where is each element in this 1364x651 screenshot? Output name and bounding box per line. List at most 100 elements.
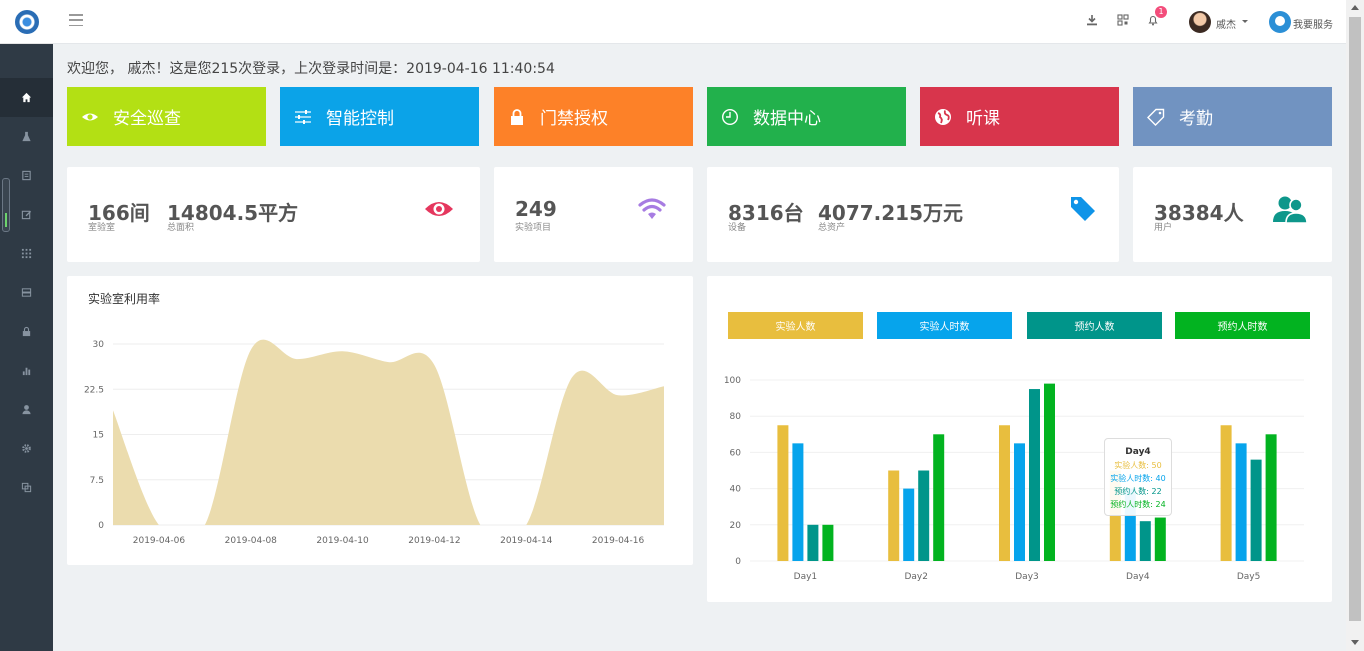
- users-icon: [1273, 196, 1308, 224]
- tooltip-line: 预约人数: 22: [1114, 487, 1162, 496]
- download-icon[interactable]: [1086, 14, 1098, 26]
- tile-data-center[interactable]: 数据中心: [707, 87, 906, 146]
- bar: [999, 425, 1010, 561]
- x-tick-label: Day2: [904, 572, 928, 582]
- labs-label: 室验室: [88, 223, 116, 233]
- sidebar-item-access[interactable]: [0, 312, 53, 351]
- bar: [777, 425, 789, 561]
- top-header: 1 戚杰 我要服务: [53, 0, 1346, 44]
- eye-icon: [82, 113, 98, 120]
- y-tick-label: 22.5: [84, 385, 104, 395]
- user-name[interactable]: 戚杰: [1216, 16, 1236, 31]
- tile-label: 智能控制: [326, 109, 394, 129]
- tooltip-line: 实验人数: 50: [1114, 461, 1162, 470]
- bar: [792, 443, 804, 561]
- bar: [1154, 517, 1166, 561]
- bar: [1139, 521, 1151, 561]
- x-tick-label: Day4: [1126, 572, 1150, 582]
- user-label: 用户: [1154, 223, 1173, 233]
- utilization-area: [113, 339, 664, 525]
- sidebar-item-stats[interactable]: [0, 351, 53, 390]
- y-tick-label: 0: [98, 521, 104, 531]
- eye-icon: [425, 202, 453, 216]
- globe-icon: [935, 108, 951, 125]
- bar: [1220, 425, 1232, 561]
- tile-attendance[interactable]: 考勤: [1133, 87, 1332, 146]
- menu-toggle-button[interactable]: [69, 14, 83, 26]
- sidebar-item-windows[interactable]: [0, 468, 53, 507]
- welcome-message: 欢迎您， 戚杰！这是您215次登录，上次登录时间是：2019-04-16 11:…: [67, 61, 555, 77]
- projects-label: 实验项目: [515, 223, 552, 233]
- y-tick-label: 80: [730, 412, 742, 422]
- home-icon: [21, 92, 32, 103]
- y-tick-label: 0: [735, 557, 741, 567]
- tile-smart-control[interactable]: 智能控制: [280, 87, 479, 146]
- y-tick-label: 60: [730, 448, 742, 458]
- device-label: 设备: [728, 223, 747, 233]
- y-tick-label: 100: [724, 376, 741, 386]
- clock-icon: [721, 108, 739, 125]
- x-tick-label: Day3: [1015, 572, 1039, 582]
- tag-icon: [1071, 197, 1095, 221]
- sidebar-item-settings[interactable]: [0, 429, 53, 468]
- bar: [933, 434, 945, 561]
- x-tick-label: 2019-04-16: [592, 536, 645, 546]
- service-link[interactable]: 我要服务: [1293, 16, 1333, 31]
- bar: [1044, 383, 1055, 561]
- lock-icon: [22, 326, 31, 337]
- sidebar-item-lab[interactable]: [0, 117, 53, 156]
- bar: [1029, 389, 1040, 561]
- service-icon[interactable]: [1269, 11, 1291, 33]
- notification-badge: 1: [1155, 6, 1167, 18]
- tile-lecture[interactable]: 听课: [920, 87, 1119, 146]
- qrcode-icon[interactable]: [1117, 14, 1129, 26]
- sidebar-resize-handle[interactable]: [2, 178, 10, 232]
- avatar[interactable]: [1189, 11, 1211, 33]
- stat-card-labs: 166间 室验室 14804.5平方 总面积: [67, 167, 480, 262]
- scroll-thumb[interactable]: [1349, 17, 1361, 621]
- attendance-bar-card: 实验人数 实验人时数 预约人数 预约人时数 0 20 40 60 80 100 Day1 Da…: [707, 276, 1332, 602]
- sidebar-item-storage[interactable]: [0, 273, 53, 312]
- bar: [1014, 443, 1025, 561]
- lab-utilization-chart: 0 7.5 15 22.5 30 2019-04-06 2019-04-08 2019-04-…: [84, 339, 664, 546]
- y-tick-label: 7.5: [90, 476, 104, 486]
- logo[interactable]: [0, 0, 53, 44]
- tile-access-authorization[interactable]: 门禁授权: [494, 87, 693, 146]
- sidebar: [0, 0, 53, 651]
- tile-label: 门禁授权: [540, 109, 608, 129]
- tile-label: 数据中心: [753, 109, 821, 129]
- attendance-bar-chart: 0 20 40 60 80 100 Day1 Day2 Day3 Day4 Day5: [724, 376, 1304, 582]
- x-tick-label: 2019-04-12: [408, 536, 460, 546]
- lab-utilization-card: 实验室利用率 0 7.5 15 22.5 30 2019-04-06 2019-04-08 2…: [67, 276, 693, 565]
- chevron-down-icon[interactable]: [1242, 20, 1248, 23]
- bar: [807, 524, 819, 561]
- user-icon: [22, 405, 31, 415]
- bar: [918, 470, 930, 561]
- asset-label: 总资产: [818, 223, 846, 233]
- bar: [1250, 459, 1262, 561]
- chart-tooltip: Day4 实验人数: 50 实验人时数: 40 预约人数: 22 预约人时数: …: [1104, 438, 1172, 516]
- scroll-down-icon[interactable]: [1351, 640, 1359, 645]
- sliders-icon: [295, 109, 311, 124]
- bar: [903, 488, 915, 561]
- y-tick-label: 30: [93, 340, 105, 350]
- gear-icon: [22, 444, 31, 453]
- sidebar-item-user[interactable]: [0, 390, 53, 429]
- sidebar-item-home[interactable]: [0, 78, 53, 117]
- copy-icon: [21, 482, 32, 493]
- bar: [822, 524, 834, 561]
- page-scrollbar[interactable]: [1346, 0, 1364, 651]
- tile-label: 考勤: [1179, 109, 1213, 129]
- edit-icon: [21, 210, 32, 220]
- y-tick-label: 20: [730, 521, 742, 531]
- tile-security-patrol[interactable]: 安全巡查: [67, 87, 266, 146]
- sidebar-item-apps[interactable]: [0, 234, 53, 273]
- tooltip-line: 实验人时数: 40: [1110, 474, 1166, 483]
- x-tick-label: 2019-04-10: [316, 536, 369, 546]
- flask-icon: [22, 131, 31, 142]
- tooltip-title: Day4: [1125, 447, 1151, 457]
- stat-card-users: 38384人 用户: [1133, 167, 1332, 262]
- y-tick-label: 40: [730, 485, 742, 495]
- scroll-up-icon[interactable]: [1351, 5, 1359, 10]
- tile-label: 安全巡查: [113, 109, 181, 129]
